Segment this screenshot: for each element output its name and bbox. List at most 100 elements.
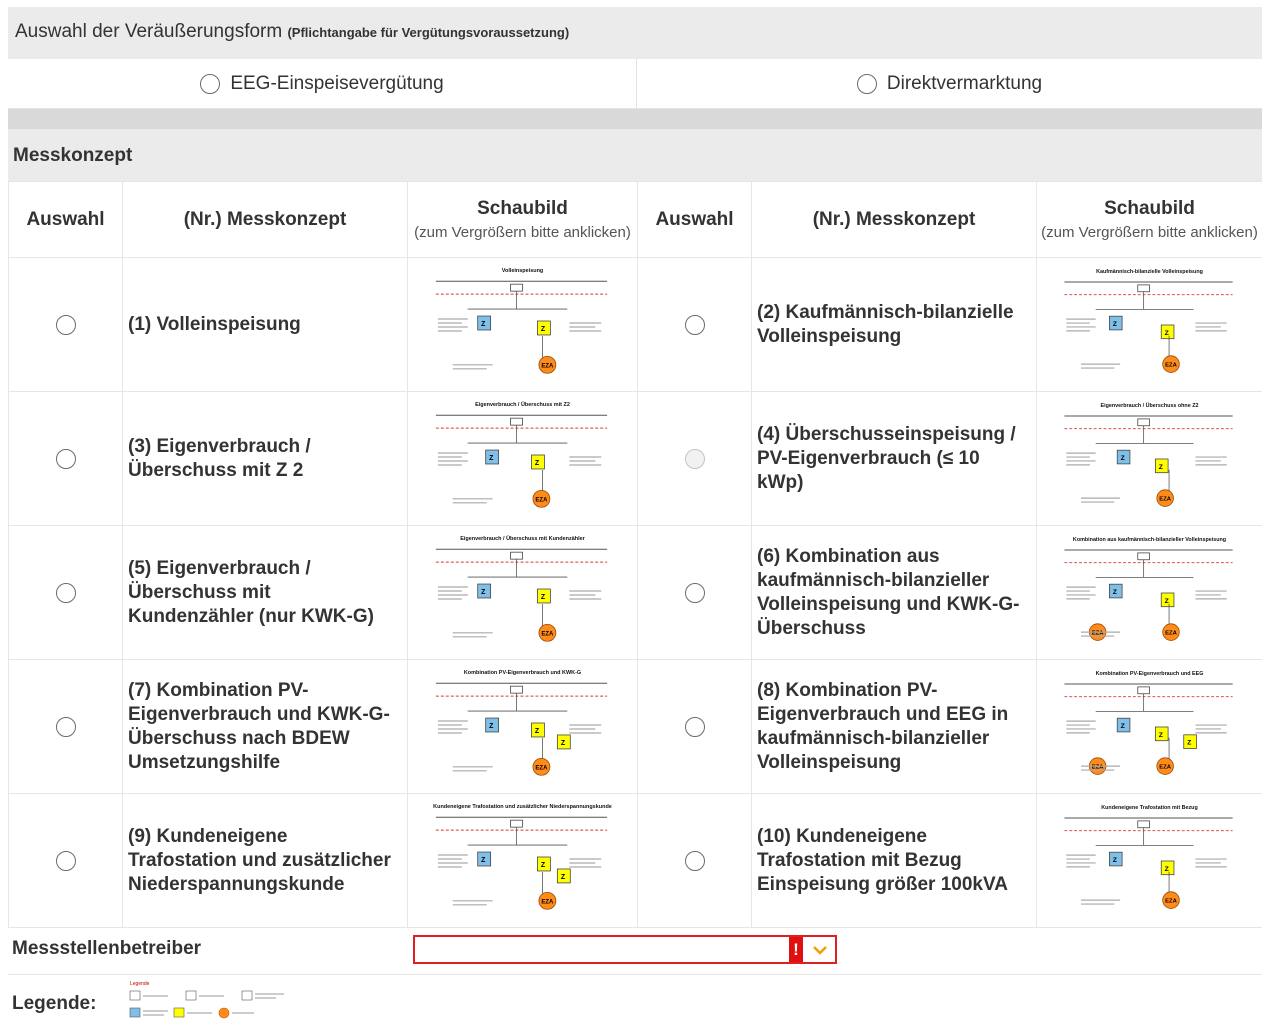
- section-veraeusserungsform-header: Auswahl der Veräußerungsform (Pflichtang…: [8, 7, 1262, 59]
- schaubild-diagram[interactable]: Volleinspeisung Z Z EZA: [408, 261, 637, 389]
- auswahl-cell: [637, 525, 752, 660]
- svg-text:Kombination PV-Eigenverbrauch: Kombination PV-Eigenverbrauch und KWK-G: [464, 670, 581, 676]
- svg-text:EZA: EZA: [535, 497, 548, 503]
- schaubild-diagram[interactable]: Eigenverbrauch / Überschuss mit Kundenzä…: [408, 529, 637, 657]
- schaubild-cell: Kundeneigene Trafostation und zusätzlich…: [407, 793, 638, 928]
- header-messkonzept: (Nr.) Messkonzept: [122, 181, 408, 258]
- messkonzept-label: (4) Überschusseinspeisung / PV-Eigenverb…: [751, 391, 1037, 526]
- messkonzept-label: (3) Eigenverbrauch / Überschuss mit Z 2: [122, 391, 408, 526]
- svg-text:Z: Z: [535, 459, 540, 466]
- option-label: EEG-Einspeisevergütung: [230, 73, 444, 94]
- auswahl-cell: [637, 793, 752, 928]
- schaubild-diagram[interactable]: Kundeneigene Trafostation mit Bezug Z Z EZA: [1037, 797, 1262, 925]
- messstellenbetreiber-select[interactable]: !: [413, 935, 837, 964]
- schaubild-cell: Kundeneigene Trafostation mit Bezug Z Z EZA: [1036, 793, 1262, 928]
- header-messkonzept: (Nr.) Messkonzept: [751, 181, 1037, 258]
- schaubild-cell: Volleinspeisung Z Z EZA: [407, 257, 638, 392]
- svg-text:Z: Z: [561, 873, 566, 880]
- svg-text:Z: Z: [481, 856, 486, 863]
- legend-image-title: Legende: [130, 981, 150, 987]
- svg-text:EZA: EZA: [541, 899, 554, 905]
- svg-text:EZA: EZA: [541, 631, 554, 637]
- svg-text:EZA: EZA: [535, 765, 548, 771]
- messkonzept-label: (1) Volleinspeisung: [122, 257, 408, 392]
- auswahl-cell: [8, 793, 123, 928]
- auswahl-cell: [8, 391, 123, 526]
- option-eeg-einspeiseverguetung[interactable]: EEG-Einspeisevergütung: [8, 59, 637, 109]
- table-row: (5) Eigenverbrauch / Überschuss mit Kund…: [8, 525, 1262, 660]
- section-note: (Pflichtangabe für Vergütungsvoraussetzu…: [287, 25, 570, 40]
- svg-text:Z: Z: [535, 727, 540, 734]
- svg-text:Z: Z: [1159, 463, 1163, 470]
- messkonzept-table: Auswahl (Nr.) Messkonzept Schaubild (zum …: [8, 181, 1262, 928]
- messkonzept-radio[interactable]: [55, 582, 76, 603]
- schaubild-diagram[interactable]: Kaufmännisch-bilanzielle Volleinspeisung…: [1037, 261, 1262, 389]
- auswahl-cell: [8, 659, 123, 794]
- table-row: (3) Eigenverbrauch / Überschuss mit Z 2 E…: [8, 391, 1262, 526]
- svg-text:Z: Z: [1159, 731, 1163, 738]
- messkonzept-label: (7) Kombination PV-Eigenverbrauch und KW…: [122, 659, 408, 794]
- svg-text:Z: Z: [1113, 320, 1117, 327]
- svg-text:EZA: EZA: [1165, 898, 1177, 904]
- svg-text:Z: Z: [541, 861, 546, 868]
- messstellenbetreiber-label: Messstellenbetreiber: [12, 938, 202, 959]
- schaubild-diagram[interactable]: Eigenverbrauch / Überschuss ohne Z2 Z Z EZA: [1037, 395, 1262, 523]
- auswahl-cell: [637, 391, 752, 526]
- messkonzept-radio[interactable]: [55, 850, 76, 871]
- messkonzept-radio[interactable]: [684, 716, 705, 737]
- schaubild-cell: Eigenverbrauch / Überschuss mit Kundenzä…: [407, 525, 638, 660]
- svg-text:Kaufmännisch-bilanzielle Volle: Kaufmännisch-bilanzielle Volleinspeisung: [1096, 269, 1203, 275]
- svg-text:Z: Z: [1121, 722, 1125, 729]
- messkonzept-radio[interactable]: [55, 314, 76, 335]
- svg-text:Eigenverbrauch / Überschuss oh: Eigenverbrauch / Überschuss ohne Z2: [1101, 402, 1199, 409]
- section-title: Auswahl der Veräußerungsform: [15, 21, 283, 42]
- messkonzept-radio[interactable]: [684, 314, 705, 335]
- schaubild-diagram[interactable]: Kombination PV-Eigenverbrauch und KWK-G Z…: [408, 663, 637, 791]
- schaubild-diagram[interactable]: Kombination PV-Eigenverbrauch und EEG Z Z Z…: [1037, 663, 1262, 791]
- svg-text:EZA: EZA: [1159, 496, 1171, 502]
- messkonzept-label: (10) Kundeneigene Trafostation mit Bezug…: [751, 793, 1037, 928]
- svg-text:Z: Z: [541, 325, 546, 332]
- radio-direktvermarktung[interactable]: [856, 74, 877, 94]
- schaubild-diagram[interactable]: Eigenverbrauch / Überschuss mit Z2 Z Z EZA: [408, 395, 637, 523]
- schaubild-cell: Kombination aus kaufmännisch-bilanzielle…: [1036, 525, 1262, 660]
- veraeusserungsform-options: EEG-Einspeisevergütung Direktvermarktung: [8, 59, 1262, 109]
- messkonzept-radio[interactable]: [684, 850, 705, 871]
- table-row: (9) Kundeneigene Trafostation und zusätz…: [8, 793, 1262, 928]
- schaubild-diagram[interactable]: Kundeneigene Trafostation und zusätzlich…: [408, 797, 637, 925]
- exclamation-icon: !: [789, 937, 803, 962]
- section-messkonzept-header: Messkonzept: [8, 129, 1262, 181]
- svg-text:Kombination PV-Eigenverbrauch: Kombination PV-Eigenverbrauch und EEG: [1096, 671, 1204, 677]
- radio-eeg[interactable]: [200, 74, 221, 94]
- table-header-row: Auswahl (Nr.) Messkonzept Schaubild (zum …: [8, 181, 1262, 258]
- messkonzept-radio[interactable]: [684, 582, 705, 603]
- svg-text:Kundeneigene Trafostation mit: Kundeneigene Trafostation mit Bezug: [1101, 805, 1197, 811]
- svg-text:Z: Z: [561, 739, 566, 746]
- option-label: Direktvermarktung: [886, 73, 1043, 94]
- svg-text:Eigenverbrauch / Überschuss mi: Eigenverbrauch / Überschuss mit Kundenzä…: [460, 535, 585, 542]
- svg-text:Z: Z: [481, 320, 486, 327]
- section-title: Messkonzept: [13, 145, 133, 166]
- legende-image[interactable]: Legende: [126, 978, 306, 1026]
- schaubild-cell: Eigenverbrauch / Überschuss mit Z2 Z Z EZA: [407, 391, 638, 526]
- divider: [8, 974, 1262, 975]
- schaubild-diagram[interactable]: Kombination aus kaufmännisch-bilanzielle…: [1037, 529, 1262, 657]
- svg-text:Z: Z: [1187, 739, 1191, 746]
- chevron-down-icon[interactable]: [805, 937, 835, 962]
- svg-text:Z: Z: [1165, 865, 1169, 872]
- auswahl-cell: [8, 525, 123, 660]
- header-schaubild: Schaubild (zum Vergrößern bitte anklicken…: [407, 181, 638, 258]
- legende-label: Legende:: [12, 993, 97, 1014]
- messkonzept-radio[interactable]: [55, 716, 76, 737]
- section-divider: [8, 109, 1262, 129]
- messkonzept-radio[interactable]: [55, 448, 76, 469]
- svg-text:Z: Z: [481, 588, 486, 595]
- svg-text:Eigenverbrauch / Überschuss mi: Eigenverbrauch / Überschuss mit Z2: [475, 401, 570, 408]
- schaubild-cell: Kombination PV-Eigenverbrauch und EEG Z Z Z…: [1036, 659, 1262, 794]
- svg-text:Z: Z: [1165, 597, 1169, 604]
- svg-text:Z: Z: [541, 593, 546, 600]
- option-direktvermarktung[interactable]: Direktvermarktung: [637, 59, 1262, 109]
- svg-text:Kundeneigene Trafostation und: Kundeneigene Trafostation und zusätzlich…: [433, 804, 612, 810]
- messkonzept-label: (6) Kombination aus kaufmännisch-bilanzi…: [751, 525, 1037, 660]
- svg-text:Z: Z: [1165, 329, 1169, 336]
